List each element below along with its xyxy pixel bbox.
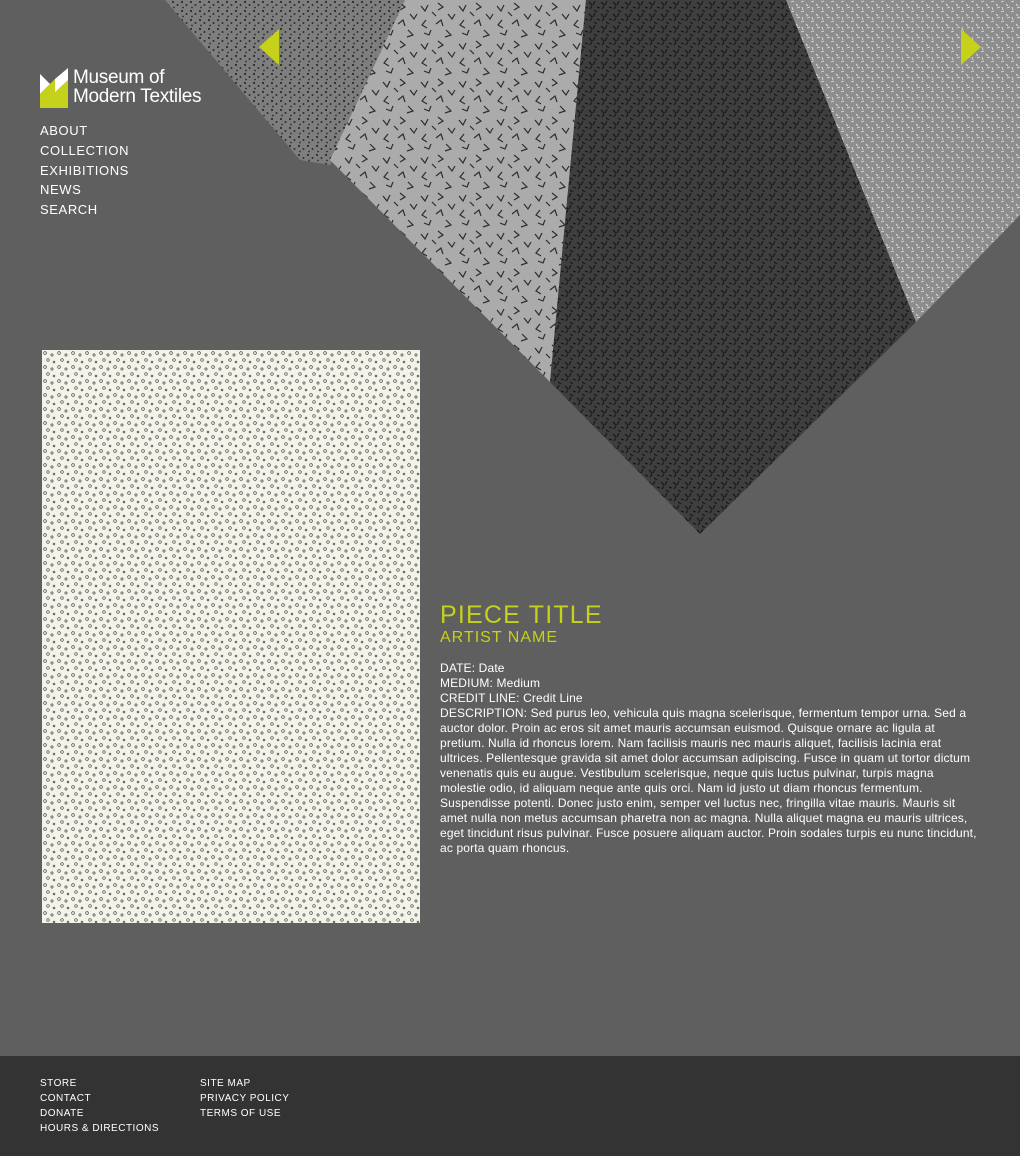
piece-meta: DATE: Date MEDIUM: Medium CREDIT LINE: C… bbox=[440, 661, 980, 856]
nav-item-news[interactable]: NEWS bbox=[40, 180, 129, 200]
artist-name: ARTIST NAME bbox=[440, 629, 558, 646]
footer-link-store[interactable]: STORE bbox=[40, 1076, 159, 1091]
textile-image bbox=[42, 350, 420, 923]
footer-link-site-map[interactable]: SITE MAP bbox=[200, 1076, 289, 1091]
nav-item-about[interactable]: ABOUT bbox=[40, 121, 129, 141]
footer-column-2: SITE MAP PRIVACY POLICY TERMS OF USE bbox=[200, 1076, 289, 1121]
footer-link-privacy-policy[interactable]: PRIVACY POLICY bbox=[200, 1091, 289, 1106]
previous-arrow-icon[interactable] bbox=[259, 29, 279, 65]
footer-link-hours-directions[interactable]: HOURS & DIRECTIONS bbox=[40, 1121, 159, 1136]
piece-description: DESCRIPTION: Sed purus leo, vehicula qui… bbox=[440, 706, 977, 855]
site-logo[interactable]: Museum of Modern Textiles bbox=[40, 67, 202, 108]
nav-item-collection[interactable]: COLLECTION bbox=[40, 141, 129, 161]
piece-medium: MEDIUM: Medium bbox=[440, 676, 541, 690]
nav-item-search[interactable]: SEARCH bbox=[40, 200, 129, 220]
next-arrow-icon[interactable] bbox=[961, 29, 981, 65]
logo-mark-icon bbox=[40, 68, 68, 108]
footer-link-donate[interactable]: DONATE bbox=[40, 1106, 159, 1121]
footer-link-contact[interactable]: CONTACT bbox=[40, 1091, 159, 1106]
piece-credit-line: CREDIT LINE: Credit Line bbox=[440, 691, 583, 705]
nav-item-exhibitions[interactable]: EXHIBITIONS bbox=[40, 161, 129, 181]
logo-wordmark: Museum of Modern Textiles bbox=[73, 67, 202, 107]
piece-title: PIECE TITLE bbox=[440, 601, 603, 629]
logo-line-1: Museum of bbox=[73, 67, 165, 88]
page: Museum of Modern Textiles ABOUT COLLECTI… bbox=[0, 0, 1020, 1156]
footer-link-terms-of-use[interactable]: TERMS OF USE bbox=[200, 1106, 289, 1121]
logo-line-2: Modern Textiles bbox=[73, 86, 202, 107]
piece-details: PIECE TITLE ARTIST NAME DATE: Date MEDIU… bbox=[440, 601, 980, 856]
piece-date: DATE: Date bbox=[440, 661, 505, 675]
footer-column-1: STORE CONTACT DONATE HOURS & DIRECTIONS bbox=[40, 1076, 159, 1136]
site-footer: STORE CONTACT DONATE HOURS & DIRECTIONS … bbox=[0, 1056, 1020, 1156]
main-nav: ABOUT COLLECTION EXHIBITIONS NEWS SEARCH bbox=[40, 121, 129, 220]
